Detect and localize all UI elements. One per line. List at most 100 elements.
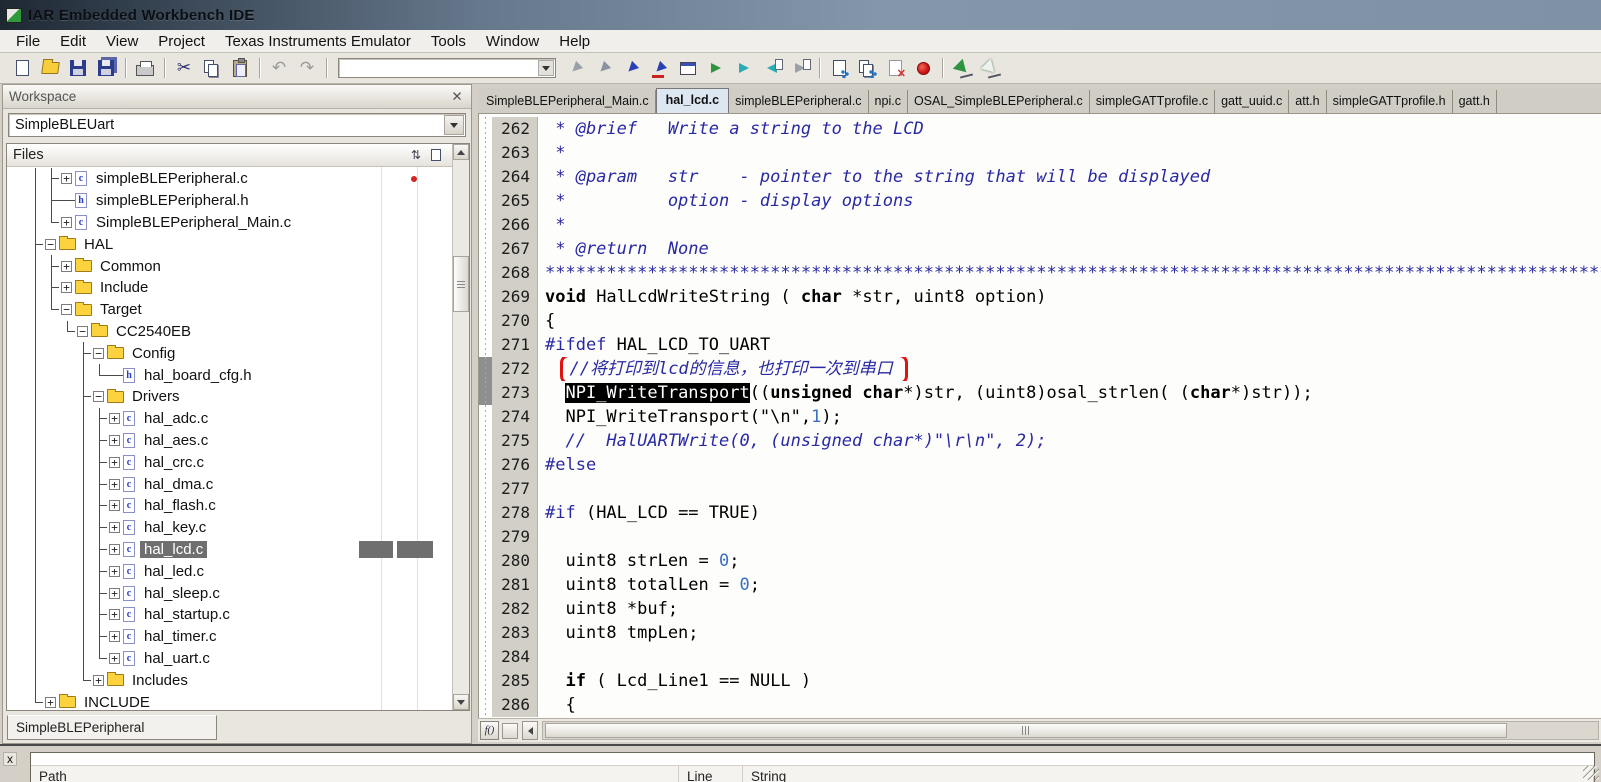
- collapse-minus-icon[interactable]: [77, 325, 88, 337]
- expand-plus-icon[interactable]: [109, 522, 120, 534]
- menu-window[interactable]: Window: [476, 32, 549, 51]
- expand-plus-icon[interactable]: [109, 587, 120, 599]
- cut-icon[interactable]: ✂: [171, 56, 197, 81]
- breakpoint-margin[interactable]: [479, 621, 492, 645]
- code-text[interactable]: NPI_WriteTransport("\n",1);: [538, 405, 1601, 429]
- code-line-276[interactable]: 276 #else: [479, 453, 1601, 477]
- code-text[interactable]: uint8 strLen = 0;: [538, 549, 1601, 573]
- expand-plus-icon[interactable]: [109, 500, 120, 512]
- menu-help[interactable]: Help: [549, 32, 600, 51]
- code-text[interactable]: uint8 tmpLen;: [538, 621, 1601, 645]
- tree-item-hal-sleep-c[interactable]: hal_sleep.c: [7, 582, 452, 604]
- tree-item-includes[interactable]: Includes: [7, 669, 452, 692]
- code-line-278[interactable]: 278 #if (HAL_LCD == TRUE): [479, 501, 1601, 525]
- scroll-up-icon[interactable]: [453, 144, 469, 160]
- code-line-264[interactable]: 264 * @param str - pointer to the string…: [479, 165, 1601, 189]
- browse-forward-icon[interactable]: [731, 56, 757, 81]
- tree-item-label[interactable]: hal_crc.c: [140, 454, 208, 471]
- tree-item-simplebleperipheral-c[interactable]: simpleBLEPeripheral.c: [7, 168, 452, 190]
- breakpoint-margin[interactable]: [479, 429, 492, 453]
- tree-item-hal[interactable]: HAL: [7, 233, 452, 256]
- tab-gatt-h[interactable]: gatt.h: [1453, 90, 1497, 113]
- code-text[interactable]: // HalUARTWrite(0, (unsigned char*)"\r\n…: [538, 429, 1601, 453]
- breakpoint-margin[interactable]: [479, 333, 492, 357]
- tab-osal-simplebleperipheral-c[interactable]: OSAL_SimpleBLEPeripheral.c: [908, 90, 1090, 113]
- find-combobox[interactable]: [338, 58, 556, 78]
- code-text[interactable]: [538, 477, 1601, 501]
- breakpoint-margin[interactable]: [479, 549, 492, 573]
- tree-item-label[interactable]: Includes: [128, 672, 192, 689]
- breakpoint-margin[interactable]: [479, 645, 492, 669]
- goto-icon[interactable]: [675, 56, 701, 81]
- menu-view[interactable]: View: [96, 32, 148, 51]
- find-next-icon[interactable]: [591, 56, 617, 81]
- code-line-281[interactable]: 281 uint8 totalLen = 0;: [479, 573, 1601, 597]
- code-text[interactable]: //将打印到lcd的信息，也打印一次到串口: [538, 357, 1601, 381]
- tab-simplegattprofile-h[interactable]: simpleGATTprofile.h: [1327, 90, 1453, 113]
- expand-plus-icon[interactable]: [61, 173, 72, 185]
- debug-without-downloading-icon[interactable]: [977, 56, 1003, 81]
- breakpoint-margin[interactable]: [479, 381, 492, 405]
- expand-plus-icon[interactable]: [61, 216, 72, 228]
- code-line-262[interactable]: 262 * @brief Write a string to the LCD: [479, 117, 1601, 141]
- download-and-debug-icon[interactable]: [949, 56, 975, 81]
- expand-plus-icon[interactable]: [109, 456, 120, 468]
- breakpoint-margin[interactable]: [479, 693, 492, 717]
- scroll-left-icon[interactable]: [522, 721, 538, 740]
- tree-item-label[interactable]: hal_dma.c: [140, 476, 217, 493]
- tree-scrollbar-thumb[interactable]: [453, 256, 469, 312]
- code-text[interactable]: *: [538, 141, 1601, 165]
- workspace-close-button[interactable]: ✕: [449, 89, 465, 104]
- tree-item-label[interactable]: Common: [96, 258, 165, 275]
- tree-item-label[interactable]: hal_sleep.c: [140, 585, 224, 602]
- code-text[interactable]: * @param str - pointer to the string tha…: [538, 165, 1601, 189]
- tree-item-include[interactable]: Include: [7, 276, 452, 299]
- code-line-282[interactable]: 282 uint8 *buf;: [479, 597, 1601, 621]
- breakpoint-margin[interactable]: [479, 261, 492, 285]
- breakpoint-margin[interactable]: [479, 669, 492, 693]
- expand-plus-icon[interactable]: [109, 652, 120, 664]
- expand-plus-icon[interactable]: [109, 478, 120, 490]
- tree-item-hal-adc-c[interactable]: hal_adc.c: [7, 407, 452, 430]
- stop-build-icon[interactable]: ✕: [882, 56, 908, 81]
- copy-icon[interactable]: [199, 56, 225, 81]
- code-text[interactable]: #else: [538, 453, 1601, 477]
- breakpoint-margin[interactable]: [479, 309, 492, 333]
- tree-item-label[interactable]: hal_startup.c: [140, 606, 234, 623]
- tree-item-label[interactable]: hal_uart.c: [140, 650, 214, 667]
- expand-plus-icon[interactable]: [61, 260, 72, 272]
- tree-item-label[interactable]: hal_key.c: [140, 519, 210, 536]
- breakpoint-margin[interactable]: [479, 357, 492, 381]
- find-previous-icon[interactable]: [563, 56, 589, 81]
- code-line-280[interactable]: 280 uint8 strLen = 0;: [479, 549, 1601, 573]
- collapse-minus-icon[interactable]: [93, 347, 104, 359]
- tree-item-hal-startup-c[interactable]: hal_startup.c: [7, 603, 452, 626]
- hscroll-track[interactable]: [542, 721, 1599, 740]
- code-text[interactable]: *: [538, 213, 1601, 237]
- code-line-279[interactable]: 279: [479, 525, 1601, 549]
- expand-plus-icon[interactable]: [109, 565, 120, 577]
- scroll-down-icon[interactable]: [453, 694, 469, 710]
- tab-hal-lcd-c[interactable]: hal_lcd.c: [655, 88, 730, 113]
- compile-icon[interactable]: [826, 56, 852, 81]
- tree-item-target[interactable]: Target: [7, 298, 452, 321]
- collapse-minus-icon[interactable]: [61, 304, 72, 316]
- code-text[interactable]: #if (HAL_LCD == TRUE): [538, 501, 1601, 525]
- expand-plus-icon[interactable]: [109, 543, 120, 555]
- open-file-icon[interactable]: [37, 56, 63, 81]
- tree-item-hal-crc-c[interactable]: hal_crc.c: [7, 451, 452, 474]
- code-line-269[interactable]: 269 void HalLcdWriteString ( char *str, u…: [479, 285, 1601, 309]
- tree-item-simplebleperipheral-h[interactable]: simpleBLEPeripheral.h: [7, 189, 452, 212]
- breakpoint-margin[interactable]: [479, 141, 492, 165]
- code-line-263[interactable]: 263 *: [479, 141, 1601, 165]
- navigate-back-icon[interactable]: [787, 56, 813, 81]
- code-text[interactable]: if ( Lcd_Line1 == NULL ): [538, 669, 1601, 693]
- tree-item-include[interactable]: INCLUDE: [7, 691, 452, 710]
- tree-item-label[interactable]: CC2540EB: [112, 323, 195, 340]
- breakpoint-margin[interactable]: [479, 525, 492, 549]
- code-text[interactable]: NPI_WriteTransport((unsigned char*)str, …: [538, 381, 1601, 405]
- menu-project[interactable]: Project: [148, 32, 215, 51]
- code-line-266[interactable]: 266 *: [479, 213, 1601, 237]
- hscroll-thumb[interactable]: [545, 723, 1507, 738]
- messages-close-button[interactable]: x: [3, 752, 17, 766]
